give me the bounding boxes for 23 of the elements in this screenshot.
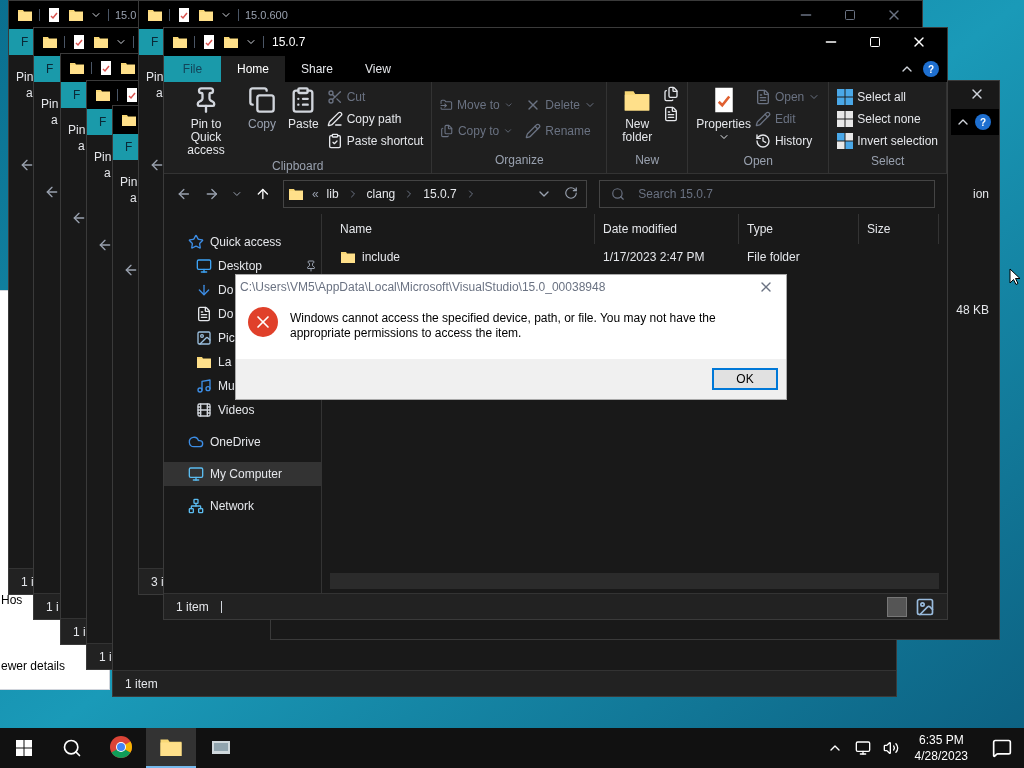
window-text: Hos (1, 592, 23, 609)
window-text: ewer details (1, 658, 66, 675)
ribbon-group-label: Open (742, 153, 774, 170)
status-text: 1 item (125, 675, 158, 693)
status-text: 1 i (99, 648, 112, 666)
table-cell-text: File folder (746, 249, 801, 266)
status-text: 3 i (151, 573, 164, 591)
table-cell-text: 1/17/2023 2:47 PM (602, 249, 706, 266)
ribbon-group-label: Clipboard (271, 158, 325, 175)
ribbon-group-label: New (634, 152, 661, 169)
window-text: ion (973, 186, 989, 203)
ribbon-group-label: Select (869, 153, 906, 170)
status-text: 1 i (46, 598, 59, 616)
window-text: 48 KB (956, 302, 989, 319)
window-title: 15.0.7 (272, 34, 306, 51)
status-text: 1 i (73, 623, 86, 641)
status-text: 1 i (21, 573, 34, 591)
dialog-title: C:\Users\VM5\AppData\Local\Microsoft\VisualStudio\15.0_00038948 (240, 279, 606, 296)
status-text: 1 item (176, 598, 209, 616)
error-message: Windows cannot access the specified device, path, or file. You may not have the appropriate permissions to access the item. (290, 310, 717, 341)
window-title: 15.0.600 (245, 7, 288, 23)
ribbon-group-label: Organize (493, 152, 545, 169)
window-title: 15.0 (115, 7, 137, 23)
